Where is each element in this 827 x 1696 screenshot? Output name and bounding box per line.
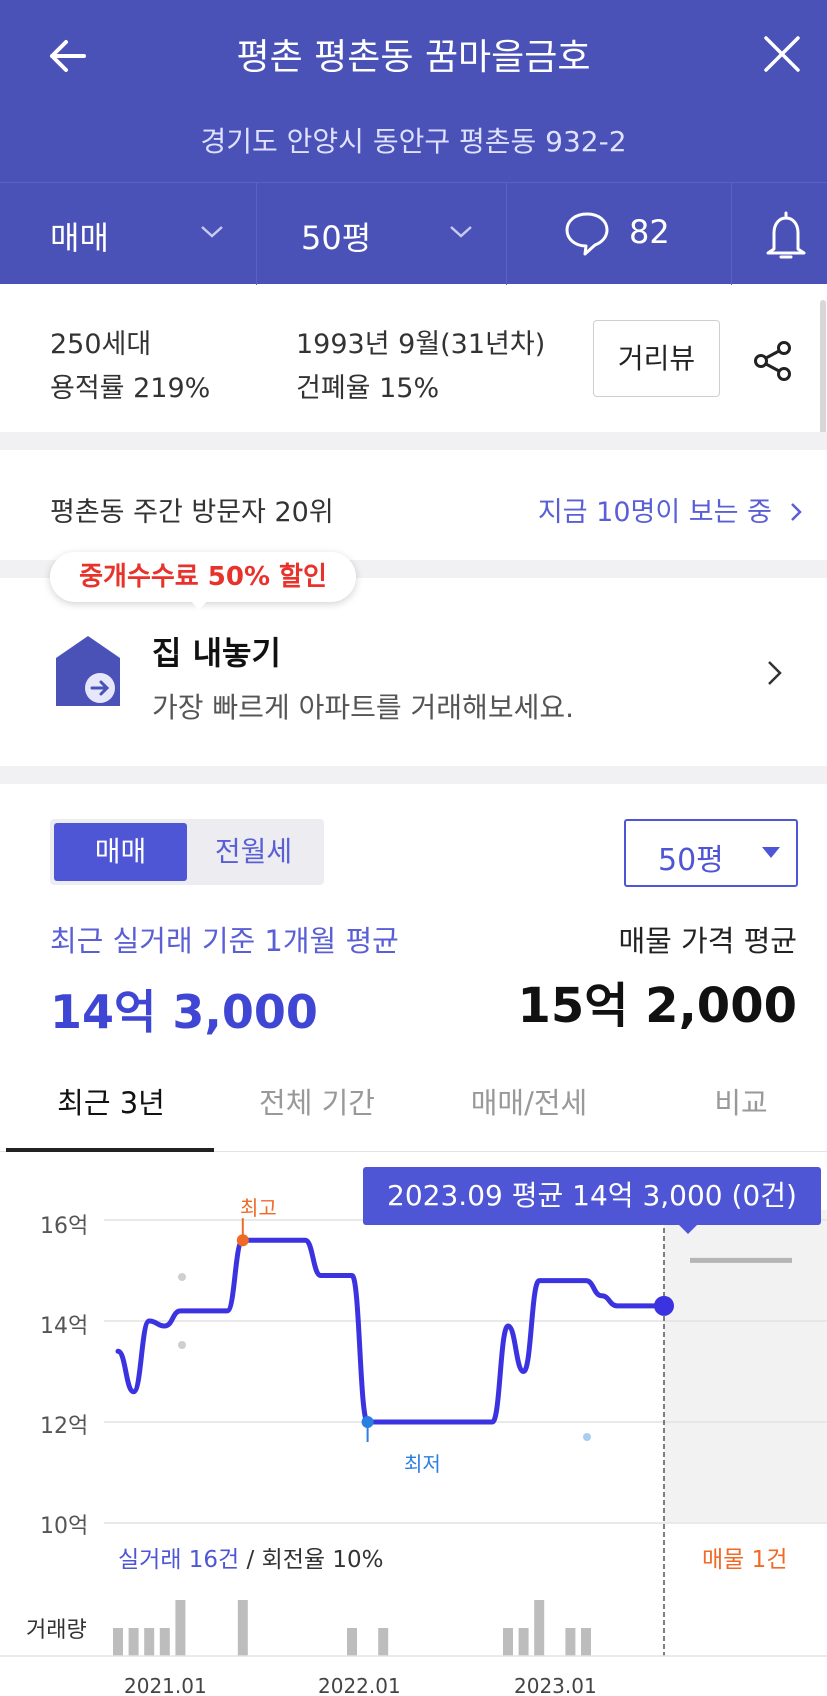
page-title: 평촌 평촌동 꿈마을금호	[236, 37, 591, 78]
address: 경기도 안양시 동안구 평촌동 932-2	[200, 125, 627, 158]
y-tick-label: 12억	[40, 1414, 89, 1439]
size-select[interactable]: 50평	[624, 819, 798, 887]
segment-sale[interactable]: 매매	[54, 823, 187, 881]
trade-type-dropdown[interactable]: 매매	[0, 183, 256, 285]
app-header: 평촌 평촌동 꿈마을금호 경기도 안양시 동안구 평촌동 932-2 매매 50…	[0, 0, 827, 285]
chevron-down-icon	[450, 226, 472, 238]
volume-bar	[159, 1628, 170, 1656]
x-tick-label: 2021.01	[124, 1674, 207, 1696]
chart-tooltip: 2023.09 평균 14억 3,000 (0건)	[363, 1167, 821, 1225]
promo-badge: 중개수수료 50% 할인	[50, 552, 356, 602]
turnover-rate: / 회전율 10%	[239, 1547, 384, 1573]
tab-recent-3y[interactable]: 최근 3년	[6, 1080, 216, 1122]
data-point	[583, 1433, 591, 1441]
chevron-right-icon	[791, 503, 802, 521]
built-date: 1993년 9월(31년차)	[296, 329, 546, 360]
comments-button[interactable]: 82	[507, 183, 731, 285]
volume-bar	[347, 1628, 357, 1656]
scrollbar[interactable]	[820, 300, 826, 440]
street-view-button[interactable]: 거리뷰	[593, 320, 720, 397]
size-dropdown[interactable]: 50평	[257, 183, 506, 285]
chevron-right-icon	[768, 661, 782, 685]
close-icon[interactable]	[760, 32, 804, 76]
data-point	[178, 1341, 186, 1349]
trade-type-label: 매매	[50, 219, 109, 257]
volume-bar	[378, 1628, 389, 1656]
volume-bar	[503, 1628, 513, 1656]
divider	[731, 183, 732, 285]
now-viewing-link[interactable]: 지금 10명이 보는 중	[538, 490, 805, 529]
current-point	[654, 1295, 674, 1316]
high-point	[236, 1234, 249, 1247]
volume-bar	[128, 1628, 139, 1656]
price-line	[115, 1237, 667, 1425]
volume-bar	[518, 1628, 529, 1656]
y-tick-label: 16억	[40, 1214, 89, 1239]
segment-rent[interactable]: 전월세	[187, 823, 320, 881]
header-filter-row: 매매 50평 82	[0, 182, 827, 285]
listing-area	[664, 1210, 827, 1522]
volume-label: 거래량	[26, 1618, 87, 1643]
y-tick-label: 10억	[40, 1514, 89, 1539]
low-marker-label: 최저	[404, 1452, 441, 1476]
tab-compare[interactable]: 비교	[636, 1080, 827, 1122]
households: 250세대	[50, 329, 152, 360]
trade-summary: 실거래 16건 / 회전율 10%	[118, 1540, 384, 1574]
recent-price-label: 최근 실거래 기준 1개월 평균	[50, 924, 399, 958]
volume-bar	[581, 1628, 591, 1656]
listing-count: 매물 1건	[702, 1547, 788, 1573]
volume-bar	[113, 1628, 123, 1656]
volume-bar	[565, 1628, 576, 1656]
comment-count: 82	[629, 213, 670, 251]
visitor-rank: 평촌동 주간 방문자 20위	[50, 497, 334, 528]
trade-segment-control: 매매 전월세	[50, 819, 324, 885]
coverage-ratio: 건폐율 15%	[296, 373, 440, 404]
volume-bar	[175, 1600, 186, 1656]
caret-down-icon	[762, 847, 780, 858]
low-point	[361, 1416, 374, 1428]
volume-bar	[237, 1600, 248, 1656]
trade-count: 실거래 16건	[118, 1547, 240, 1573]
share-icon[interactable]	[752, 340, 794, 382]
tooltip-pointer	[678, 1224, 698, 1234]
tab-all-period[interactable]: 전체 기간	[212, 1080, 422, 1122]
now-viewing-text: 지금 10명이 보는 중	[537, 497, 772, 528]
high-marker-label: 최고	[240, 1196, 277, 1220]
floor-area-ratio: 용적률 219%	[50, 373, 211, 404]
badge-pointer	[190, 600, 208, 610]
list-house-card[interactable]	[0, 578, 827, 766]
listing-price-label: 매물 가격 평균	[618, 924, 797, 958]
chevron-down-icon	[201, 226, 223, 238]
recent-price-value: 14억 3,000	[50, 985, 318, 1039]
bell-icon[interactable]	[762, 209, 810, 261]
section-separator	[0, 432, 827, 450]
tab-sale-lease[interactable]: 매매/전세	[424, 1080, 634, 1122]
y-tick-label: 14억	[40, 1314, 89, 1339]
price-chart[interactable]	[0, 1153, 827, 1696]
tab-active-indicator	[6, 1148, 214, 1152]
data-point	[178, 1273, 186, 1281]
listing-price-value: 15억 2,000	[517, 978, 798, 1034]
volume-bar	[534, 1600, 545, 1656]
x-tick-label: 2023.01	[514, 1674, 597, 1696]
x-tick-label: 2022.01	[318, 1674, 401, 1696]
promo-title: 집 내놓기	[152, 634, 281, 672]
size-label: 50평	[301, 219, 372, 257]
section-separator	[0, 766, 827, 784]
house-icon	[56, 636, 120, 706]
volume-bar	[144, 1628, 155, 1656]
promo-description: 가장 빠르게 아파트를 거래해보세요.	[152, 691, 575, 724]
speech-bubble-icon	[565, 212, 609, 256]
size-select-value: 50평	[658, 843, 724, 878]
